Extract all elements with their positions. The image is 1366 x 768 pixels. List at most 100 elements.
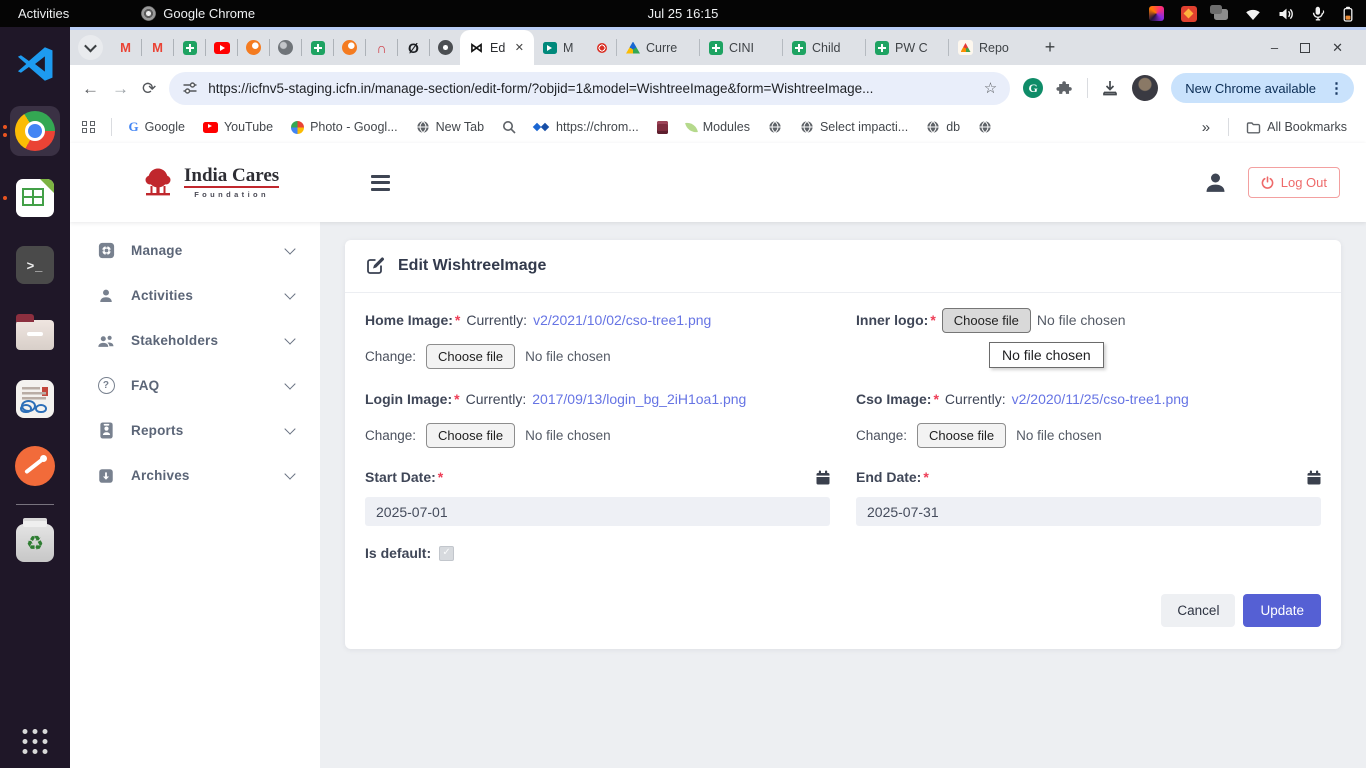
close-window-button[interactable]: ✕ (1332, 41, 1343, 54)
end-date-input[interactable] (856, 497, 1321, 526)
pinned-tab-orange-app[interactable] (335, 30, 364, 65)
pinned-tab-null-app[interactable]: Ø (399, 30, 428, 65)
screen-share-icon[interactable] (1181, 6, 1197, 22)
bookmark-modules[interactable]: Modules (679, 117, 757, 137)
apps-grid-icon[interactable] (82, 121, 95, 134)
tab-drive[interactable]: Curre (617, 30, 699, 65)
tab-repo[interactable]: Repo (949, 30, 1031, 65)
calendar-icon[interactable] (1307, 470, 1321, 485)
tab-sheet-pw[interactable]: PW C (866, 30, 948, 65)
site-logo[interactable]: India Cares Foundation (140, 166, 279, 200)
wifi-icon[interactable] (1245, 7, 1261, 21)
dock-postman-icon[interactable] (10, 441, 60, 491)
login-image-current-link[interactable]: 2017/09/13/login_bg_2iH1oa1.png (532, 391, 746, 407)
bookmark-google-photos[interactable]: Photo - Googl... (284, 117, 405, 137)
bookmark-select-impact[interactable]: Select impacti... (793, 117, 915, 137)
cancel-button[interactable]: Cancel (1161, 594, 1235, 627)
bookmark-youtube[interactable]: YouTube (196, 117, 280, 137)
site-settings-icon[interactable] (182, 80, 198, 96)
sidebar-item-stakeholders[interactable]: Stakeholders (70, 318, 320, 363)
calendar-icon[interactable] (816, 470, 830, 485)
currently-label: Currently: (466, 391, 527, 407)
field-inner-logo: Inner logo:* Choose file No file chosen … (856, 309, 1321, 388)
tab-search-button[interactable] (78, 35, 103, 60)
pinned-tab-youtube[interactable] (207, 30, 236, 65)
profile-avatar[interactable] (1132, 75, 1158, 101)
sidebar-item-activities[interactable]: Activities (70, 273, 320, 318)
microphone-icon[interactable] (1311, 6, 1325, 21)
bookmark-star-icon[interactable]: ☆ (984, 79, 997, 97)
start-date-input[interactable] (365, 497, 830, 526)
is-default-checkbox[interactable]: ✓ (439, 546, 454, 561)
minimize-button[interactable]: – (1271, 41, 1278, 54)
user-profile-icon[interactable] (1203, 170, 1228, 195)
close-tab-icon[interactable]: ✕ (515, 41, 524, 54)
bookmarks-overflow-chevron[interactable]: » (1194, 119, 1218, 136)
archive-box-icon (96, 467, 116, 485)
pinned-tab-gmail[interactable]: M (143, 30, 172, 65)
dock-libreoffice-calc-icon[interactable] (10, 173, 60, 223)
bookmark-globe[interactable] (971, 117, 999, 137)
home-image-current-link[interactable]: v2/2021/10/02/cso-tree1.png (533, 312, 711, 328)
show-applications-button[interactable] (23, 729, 48, 754)
recording-indicator-icon (597, 43, 607, 53)
pinned-tab-globe[interactable] (271, 30, 300, 65)
battery-icon[interactable] (1342, 6, 1354, 22)
address-bar[interactable]: https://icfnv5-staging.icfn.in/manage-se… (169, 72, 1010, 105)
grammarly-extension-icon[interactable]: G (1023, 78, 1043, 98)
bookmark-google[interactable]: G Google (122, 116, 192, 138)
reload-button[interactable]: ⟳ (142, 80, 156, 97)
inner-logo-choose-file-button[interactable]: Choose file (942, 308, 1031, 333)
app-tray-cube-icon[interactable] (1149, 6, 1164, 21)
sidebar-toggle-hamburger-icon[interactable] (367, 171, 394, 195)
pinned-tab-gmail[interactable]: M (111, 30, 140, 65)
cso-image-choose-file-button[interactable]: Choose file (917, 423, 1006, 448)
forward-button[interactable]: → (112, 80, 129, 97)
volume-icon[interactable] (1278, 7, 1294, 21)
tab-meet[interactable]: M (534, 30, 616, 65)
sidebar-item-archives[interactable]: Archives (70, 453, 320, 498)
clock[interactable]: Jul 25 16:15 (648, 6, 719, 21)
dock-document-viewer-icon[interactable] (10, 374, 60, 424)
dock-chrome-icon[interactable] (10, 106, 60, 156)
browser-menu-kebab-icon[interactable]: ⋮ (1326, 79, 1347, 97)
chat-tray-icon[interactable] (1214, 9, 1228, 20)
activities-button[interactable]: Activities (0, 0, 87, 27)
tab-sheet-child[interactable]: Child (783, 30, 865, 65)
downloads-icon[interactable] (1101, 79, 1119, 97)
all-bookmarks-button[interactable]: All Bookmarks (1239, 117, 1354, 137)
sidebar-item-faq[interactable]: ? FAQ (70, 363, 320, 408)
bookmark-new-tab[interactable]: New Tab (409, 117, 491, 137)
dock-trash-icon[interactable]: ♻ (10, 518, 60, 568)
pinned-tab-orange-app[interactable] (239, 30, 268, 65)
extensions-puzzle-icon[interactable] (1056, 79, 1074, 97)
pinned-tab-sheets[interactable] (175, 30, 204, 65)
tab-sheet-cini[interactable]: CINI (700, 30, 782, 65)
back-button[interactable]: ← (82, 80, 99, 97)
bookmark-globe[interactable] (761, 117, 789, 137)
restore-button[interactable] (1300, 43, 1310, 53)
bookmark-chrome-link[interactable]: https://chrom... (527, 117, 646, 137)
sidebar-item-manage[interactable]: Manage (70, 228, 320, 273)
dock-files-icon[interactable] (10, 307, 60, 357)
new-tab-button[interactable]: + (1037, 35, 1063, 61)
cso-image-current-link[interactable]: v2/2020/11/25/cso-tree1.png (1012, 391, 1189, 407)
window-controls: – ✕ (1271, 41, 1358, 54)
dock-vscode-icon[interactable] (10, 39, 60, 89)
pinned-tab-dark-knot[interactable] (431, 30, 460, 65)
sidebar-item-reports[interactable]: Reports (70, 408, 320, 453)
update-button[interactable]: Update (1243, 594, 1321, 627)
dock-terminal-icon[interactable]: >_ (10, 240, 60, 290)
bookmark-maroon[interactable] (650, 118, 675, 137)
focused-app-indicator[interactable]: Google Chrome (141, 6, 255, 21)
bookmark-db[interactable]: db (919, 117, 967, 137)
pinned-tab-sheets[interactable] (303, 30, 332, 65)
bookmark-search[interactable] (495, 117, 523, 137)
new-chrome-available-button[interactable]: New Chrome available ⋮ (1171, 73, 1354, 103)
banyan-tree-icon (140, 166, 176, 200)
home-image-choose-file-button[interactable]: Choose file (426, 344, 515, 369)
logout-button[interactable]: Log Out (1248, 167, 1340, 198)
pinned-tab-red-arc[interactable]: ∩ (367, 30, 396, 65)
login-image-choose-file-button[interactable]: Choose file (426, 423, 515, 448)
active-tab[interactable]: ⋈ Ed ✕ (460, 30, 534, 65)
